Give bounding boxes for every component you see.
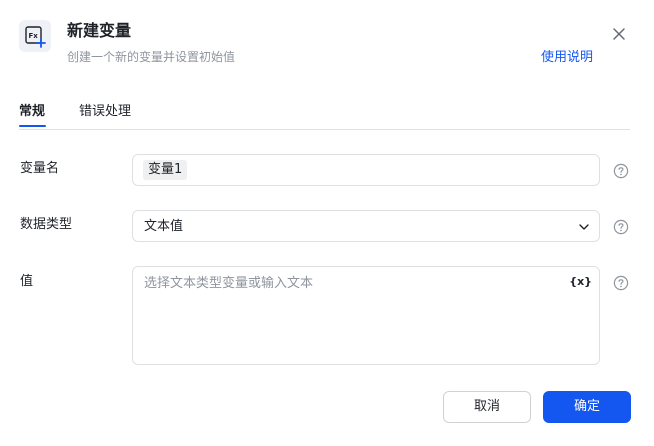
variable-name-input[interactable]: 变量1 [132,154,600,186]
variable-name-label: 变量名 [20,161,60,176]
close-icon[interactable] [609,24,629,44]
data-type-label: 数据类型 [20,217,73,232]
value-textarea[interactable]: 选择文本类型变量或输入文本 {x} [132,266,600,365]
insert-variable-icon[interactable]: {x} [569,275,592,289]
help-icon[interactable] [613,275,629,291]
help-link[interactable]: 使用说明 [541,49,593,66]
help-icon[interactable] [613,219,629,235]
confirm-button[interactable]: 确定 [543,391,631,423]
tab-bar: 常规 错误处理 [19,103,630,130]
chevron-down-icon [579,224,589,230]
data-type-select[interactable]: 文本值 [132,210,600,242]
value-label: 值 [20,274,34,289]
tab-general[interactable]: 常规 [19,103,46,127]
tab-error-handling[interactable]: 错误处理 [79,103,131,121]
cancel-button[interactable]: 取消 [443,391,531,423]
active-tab-indicator [19,125,46,127]
dialog-subtitle: 创建一个新的变量并设置初始值 [67,50,236,64]
tab-general-label: 常规 [19,104,46,119]
value-placeholder: 选择文本类型变量或输入文本 [144,276,314,291]
variable-name-token: 变量1 [143,160,188,180]
help-icon[interactable] [613,163,629,179]
function-variable-icon: Fx [19,20,51,52]
tab-error-handling-label: 错误处理 [79,104,132,119]
dialog-title: 新建变量 [67,21,132,40]
data-type-value: 文本值 [144,219,184,234]
svg-text:Fx: Fx [29,32,39,40]
new-variable-dialog: Fx 新建变量 创建一个新的变量并设置初始值 使用说明 常规 错误处理 变量名 … [0,0,654,446]
